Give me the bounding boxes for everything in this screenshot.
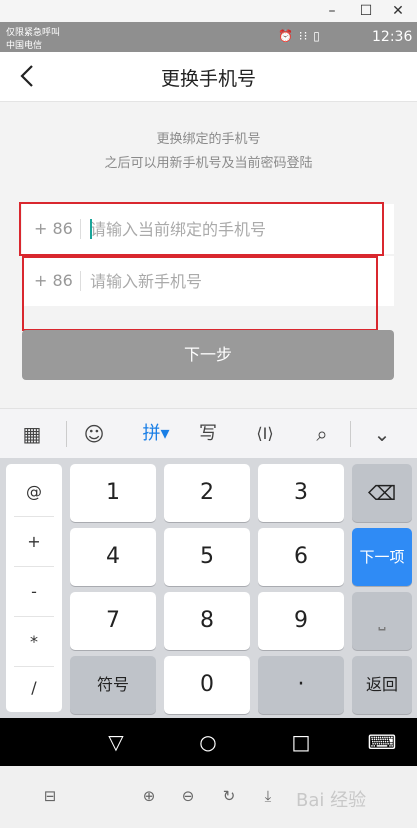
new-phone-input[interactable]	[90, 264, 380, 298]
system-nav-bar: ▽ ○ □ ⌨	[0, 718, 417, 766]
content-area: 更换绑定的手机号 之后可以用新手机号及当前密码登陆 + 86 + 86 下一步	[0, 102, 417, 408]
numeric-keyboard: @ + - * / 1 2 3 ⌫ 4 5 6 下一项 7 8 9 ⎵ 符号 0…	[0, 458, 417, 718]
new-phone-row: + 86	[22, 256, 394, 306]
layout-icon[interactable]: ⊟	[38, 784, 62, 808]
hint-line-1: 更换绑定的手机号	[156, 132, 261, 147]
new-country-code[interactable]: + 86	[34, 271, 73, 290]
key-0[interactable]: 0	[164, 656, 250, 714]
status-icons: ⏰ ⁝⁝ ▯	[278, 29, 321, 43]
return-key[interactable]: 返回	[352, 656, 412, 714]
divider	[80, 271, 81, 291]
current-phone-input[interactable]	[90, 212, 380, 246]
key-7[interactable]: 7	[70, 592, 156, 650]
maximize-button[interactable]: ☐	[357, 2, 375, 20]
key-2[interactable]: 2	[164, 464, 250, 522]
nav-home-icon[interactable]: ○	[188, 718, 228, 766]
dot-key[interactable]: ·	[258, 656, 344, 714]
viewer-toolbar: ⊟ ⊕ ⊖ ↻ ⤓ Bai 经验	[0, 766, 417, 828]
minimize-button[interactable]: –	[323, 2, 341, 20]
key-9[interactable]: 9	[258, 592, 344, 650]
divider	[14, 516, 54, 517]
divider	[350, 421, 351, 447]
next-item-key[interactable]: 下一项	[352, 528, 412, 586]
search-icon[interactable]: ⌕	[304, 409, 340, 459]
backspace-icon: ⌫	[367, 481, 397, 505]
chevron-down-icon[interactable]: ⌄	[364, 409, 400, 459]
window-titlebar: – ☐ ✕	[0, 0, 417, 22]
emoji-icon[interactable]: ☺	[76, 409, 112, 459]
symbols-key[interactable]: 符号	[70, 656, 156, 714]
symbol-key-asterisk[interactable]: *	[6, 618, 62, 666]
grid-icon[interactable]: ▦	[14, 409, 50, 459]
divider	[14, 566, 54, 567]
divider	[80, 219, 81, 239]
next-step-button[interactable]: 下一步	[22, 330, 394, 380]
status-time: 12:36	[372, 29, 413, 45]
symbol-key-at[interactable]: @	[6, 468, 62, 516]
handwrite-mode-button[interactable]: 写	[190, 409, 226, 459]
symbol-key-slash[interactable]: /	[6, 664, 62, 712]
close-window-button[interactable]: ✕	[389, 2, 407, 20]
carrier-text: 中国电信	[6, 41, 43, 51]
ime-toolbar: ▦ ☺ 拼▾ 写 ⟨I⟩ ⌕ ⌄	[0, 408, 417, 458]
keyboard-toggle-icon[interactable]: ⌨	[362, 718, 402, 766]
symbol-key-plus[interactable]: +	[6, 518, 62, 566]
pinyin-mode-button[interactable]: 拼▾	[134, 409, 178, 459]
divider	[14, 616, 54, 617]
key-4[interactable]: 4	[70, 528, 156, 586]
nav-back-icon[interactable]: ▽	[96, 718, 136, 766]
emergency-call-text: 仅限紧急呼叫	[6, 28, 61, 38]
download-icon[interactable]: ⤓	[256, 784, 280, 808]
key-1[interactable]: 1	[70, 464, 156, 522]
symbol-column: @ + - * /	[6, 464, 62, 712]
key-8[interactable]: 8	[164, 592, 250, 650]
page-title: 更换手机号	[160, 68, 256, 90]
symbol-key-minus[interactable]: -	[6, 568, 62, 616]
cursor-icon[interactable]: ⟨I⟩	[244, 409, 286, 459]
hint-line-2: 之后可以用新手机号及当前密码登陆	[104, 156, 313, 171]
current-country-code[interactable]: + 86	[34, 219, 73, 238]
key-3[interactable]: 3	[258, 464, 344, 522]
status-bar: 仅限紧急呼叫 中国电信 ⏰ ⁝⁝ ▯ 12:36	[0, 22, 417, 52]
zoom-in-icon[interactable]: ⊕	[137, 784, 161, 808]
key-6[interactable]: 6	[258, 528, 344, 586]
rotate-icon[interactable]: ↻	[217, 784, 241, 808]
space-key[interactable]: ⎵	[352, 592, 412, 650]
microphone-icon: ⎵	[378, 610, 386, 631]
nav-recent-icon[interactable]: □	[281, 718, 321, 766]
current-phone-row: + 86	[22, 204, 394, 254]
backspace-key[interactable]: ⌫	[352, 464, 412, 522]
app-header: 更换手机号	[0, 52, 417, 102]
baidu-watermark: Bai 经验	[296, 790, 367, 811]
zoom-out-icon[interactable]: ⊖	[176, 784, 200, 808]
key-5[interactable]: 5	[164, 528, 250, 586]
divider	[66, 421, 67, 447]
text-caret	[90, 219, 92, 239]
